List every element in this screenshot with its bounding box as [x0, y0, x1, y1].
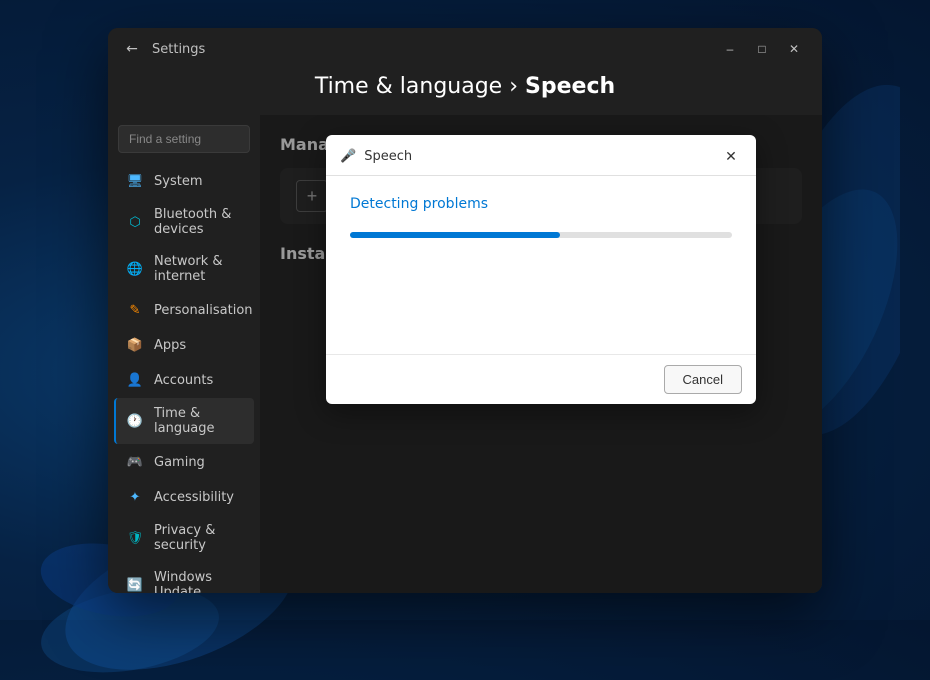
apps-icon: 📦	[126, 336, 144, 354]
sidebar-label-gaming: Gaming	[154, 455, 205, 470]
sidebar-item-time-language[interactable]: 🕐 Time & language	[114, 398, 254, 444]
progress-bar-fill	[350, 232, 560, 238]
time-language-icon: 🕐	[126, 412, 144, 430]
title-bar-left: ← Settings	[122, 39, 205, 59]
window-controls: – □ ✕	[716, 38, 808, 60]
breadcrumb-separator: ›	[509, 74, 525, 99]
sidebar-label-privacy: Privacy & security	[154, 523, 242, 553]
dialog-overlay: 🎤 Speech ✕ Detecting problems	[260, 115, 822, 593]
sidebar-label-personalisation: Personalisation	[154, 303, 253, 318]
sidebar-item-system[interactable]: 🖥 System	[114, 164, 254, 198]
detecting-dialog: 🎤 Speech ✕ Detecting problems	[326, 135, 756, 404]
breadcrumb-parent: Time & language	[315, 74, 502, 99]
main-layout: 🖥 System ⬡ Bluetooth & devices 🌐 Network…	[108, 115, 822, 593]
gaming-icon: 🎮	[126, 453, 144, 471]
maximize-button[interactable]: □	[748, 38, 776, 60]
system-icon: 🖥	[126, 172, 144, 190]
cancel-button[interactable]: Cancel	[664, 365, 742, 394]
search-input[interactable]	[118, 125, 250, 153]
accounts-icon: 👤	[126, 371, 144, 389]
sidebar-item-accounts[interactable]: 👤 Accounts	[114, 363, 254, 397]
windows-update-icon: 🔄	[126, 576, 144, 593]
accessibility-icon: ✦	[126, 488, 144, 506]
sidebar-label-network: Network & internet	[154, 254, 242, 284]
sidebar-label-system: System	[154, 174, 202, 189]
sidebar-item-privacy-security[interactable]: 🛡 Privacy & security	[114, 515, 254, 561]
personalisation-icon: ✎	[126, 301, 144, 319]
dialog-title-bar: 🎤 Speech ✕	[326, 135, 756, 176]
progress-bar-container	[350, 232, 732, 238]
sidebar-label-bluetooth: Bluetooth & devices	[154, 207, 242, 237]
page-header: Time & language › Speech	[108, 70, 822, 115]
dialog-title-left: 🎤 Speech	[340, 149, 412, 164]
sidebar-label-time-language: Time & language	[154, 406, 242, 436]
dialog-close-button[interactable]: ✕	[720, 145, 742, 167]
network-icon: 🌐	[126, 260, 144, 278]
content-area: Manage voices + Add voices Installed voi…	[260, 115, 822, 593]
settings-window: ← Settings – □ ✕ Time & language › Speec…	[108, 28, 822, 593]
bluetooth-icon: ⬡	[126, 213, 144, 231]
back-button[interactable]: ←	[122, 39, 142, 59]
detecting-text: Detecting problems	[350, 196, 732, 212]
sidebar-item-bluetooth[interactable]: ⬡ Bluetooth & devices	[114, 199, 254, 245]
sidebar-label-accounts: Accounts	[154, 373, 213, 388]
dialog-title-icon: 🎤	[340, 149, 356, 164]
dialog-title-text: Speech	[364, 149, 412, 164]
title-bar: ← Settings – □ ✕	[108, 28, 822, 70]
search-container	[108, 119, 260, 163]
privacy-icon: 🛡	[126, 529, 144, 547]
window-title: Settings	[152, 42, 205, 57]
sidebar-item-network[interactable]: 🌐 Network & internet	[114, 246, 254, 292]
sidebar-item-accessibility[interactable]: ✦ Accessibility	[114, 480, 254, 514]
sidebar-item-gaming[interactable]: 🎮 Gaming	[114, 445, 254, 479]
sidebar-label-windows-update: Windows Update	[154, 570, 242, 593]
minimize-button[interactable]: –	[716, 38, 744, 60]
dialog-footer: Cancel	[326, 354, 756, 404]
sidebar-label-apps: Apps	[154, 338, 186, 353]
sidebar-item-windows-update[interactable]: 🔄 Windows Update	[114, 562, 254, 593]
sidebar: 🖥 System ⬡ Bluetooth & devices 🌐 Network…	[108, 115, 260, 593]
sidebar-item-apps[interactable]: 📦 Apps	[114, 328, 254, 362]
dialog-body: Detecting problems	[326, 176, 756, 354]
page-breadcrumb: Time & language › Speech	[315, 74, 615, 99]
page-title: Speech	[525, 74, 615, 99]
sidebar-item-personalisation[interactable]: ✎ Personalisation	[114, 293, 254, 327]
close-button[interactable]: ✕	[780, 38, 808, 60]
sidebar-label-accessibility: Accessibility	[154, 490, 234, 505]
